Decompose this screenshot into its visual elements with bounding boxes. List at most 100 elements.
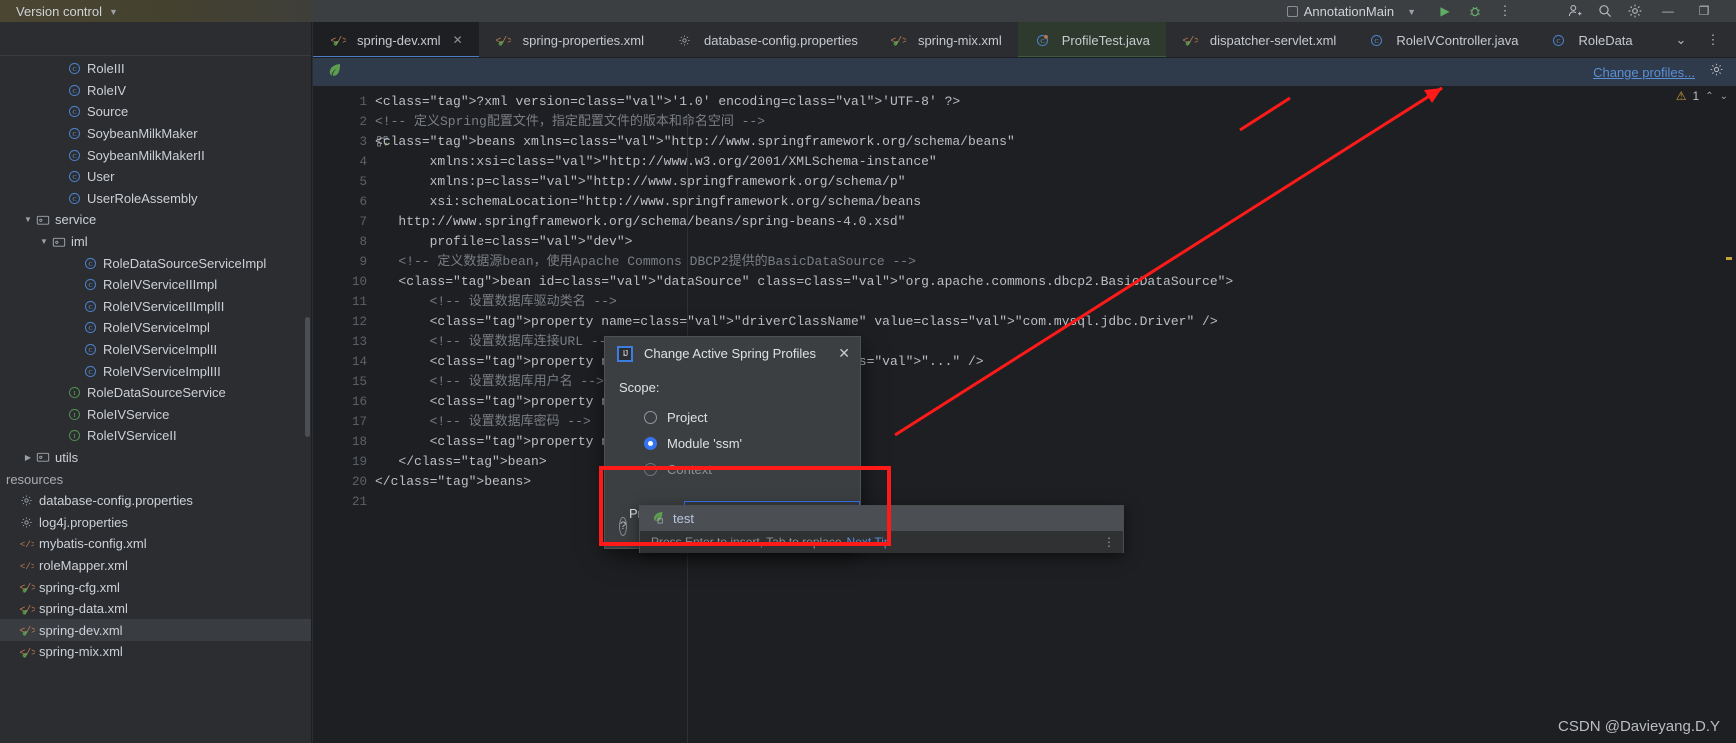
editor-tab-label: spring-dev.xml [357,32,441,48]
chevron-down-icon[interactable]: ⌄ [1666,22,1696,57]
tree-item-spring-dev-xml[interactable]: </> spring-dev.xml [0,619,311,642]
editor-tab-roledata[interactable]: C RoleData [1534,22,1648,57]
maximize-icon[interactable]: ❐ [1686,0,1722,22]
line-number: 4 [359,155,367,169]
line-number: 8 [359,235,367,249]
tree-item-roledatasourceservice[interactable]: I RoleDataSourceService [0,382,311,404]
tree-item-label: database-config.properties [39,493,193,509]
editor-tab-dispatcher-servlet-xml[interactable]: </> dispatcher-servlet.xml [1166,22,1352,57]
chevron-right-icon[interactable]: ▶ [22,453,34,462]
spring-xml-icon: </> [890,33,907,47]
next-tip-link[interactable]: Next Tip [847,535,891,549]
tree-item-label: spring-data.xml [39,601,128,617]
code-editor[interactable]: 1 2 3 4 5 6 7 8 9 10 11 12 13 14 15 16 17 18 19 20 21 <class… [313,87,1736,743]
tree-item-userroleassembly[interactable]: C UserRoleAssembly [0,188,311,210]
settings-gear-icon[interactable] [1709,62,1724,82]
svg-text:C: C [88,305,92,311]
close-icon[interactable]: ✕ [838,345,850,362]
inspection-widget[interactable]: ⚠ 1 ⌃ ⌄ [1676,89,1728,103]
tree-item-roleivserviceii[interactable]: I RoleIVServiceII [0,425,311,447]
tree-item-log4j-properties[interactable]: log4j.properties [0,511,311,533]
autocomplete-item-test[interactable]: test [640,506,1123,531]
editor-area: </> spring-dev.xml ✕ </> spring-properties.x… [313,22,1736,743]
tree-item-spring-cfg-xml[interactable]: </> spring-cfg.xml [0,576,311,598]
tree-item-roleivserviceiiimpl[interactable]: C RoleIVServiceIIImpl [0,274,311,296]
scope-radio-project[interactable]: Project [619,404,860,430]
settings-gear-icon[interactable] [1620,0,1650,22]
tree-item-soybeanmilkmaker[interactable]: C SoybeanMilkMaker [0,123,311,145]
autocomplete-popup[interactable]: test Press Enter to insert, Tab to repla… [639,505,1124,553]
tree-item-spring-mix-xml[interactable]: </> spring-mix.xml [0,641,311,663]
radio-button[interactable] [644,462,657,476]
help-icon[interactable]: ? [619,516,628,536]
svg-text:</>: </> [330,36,346,47]
editor-tab-roleivcontroller-java[interactable]: C RoleIVController.java [1352,22,1534,57]
tree-item-roleivserviceimplii[interactable]: C RoleIVServiceImplII [0,339,311,361]
tree-item-label: RoleIVService [87,406,170,422]
svg-text:C: C [88,262,92,268]
change-profiles-link[interactable]: Change profiles... [1593,65,1695,80]
tree-item-source[interactable]: C Source [0,101,311,123]
editor-tab-database-config-properties[interactable]: database-config.properties [660,22,874,57]
scope-radio-module[interactable]: Module 'ssm' [619,430,860,456]
add-user-icon[interactable] [1560,0,1590,22]
line-number-gutter: 1 2 3 4 5 6 7 8 9 10 11 12 13 14 15 16 17 18 19 20 21 [313,87,388,743]
minimize-icon[interactable]: — [1650,0,1686,22]
project-tree[interactable]: C RoleIII C RoleIV C Source C SoybeanMilkMaker C… [0,56,311,663]
run-configuration-selector[interactable]: AnnotationMain ▼ [1286,4,1416,19]
line-number: 1 [359,95,367,109]
class-icon: C [66,149,83,162]
code-line: http://www.springframework.org/schema/be… [375,214,906,229]
tree-item-database-config-properties[interactable]: database-config.properties [0,490,311,512]
editor-tab-spring-properties-xml[interactable]: </> spring-properties.xml [479,22,660,57]
more-options-icon[interactable]: ⋮ [1490,0,1520,22]
chevron-down-icon[interactable]: ▼ [22,215,34,224]
scope-radio-context[interactable]: Context [619,456,860,482]
tree-item-roleivserviceimpliii[interactable]: C RoleIVServiceImplIII [0,360,311,382]
radio-button-selected[interactable] [644,436,657,450]
tree-item-rolemapper-xml[interactable]: </> roleMapper.xml [0,555,311,577]
tree-item-resources[interactable]: resources [0,468,311,490]
editor-tab-label: spring-properties.xml [522,32,644,48]
search-icon[interactable] [1590,0,1620,22]
code-content[interactable]: <class="tag">?xml version=class="val">'1… [375,87,1736,743]
sidebar-scrollbar[interactable] [305,317,310,437]
radio-label: Project [667,409,708,425]
properties-icon [18,516,35,529]
tree-item-roleivserviceimpl[interactable]: C RoleIVServiceImpl [0,317,311,339]
tree-item-roleiii[interactable]: C RoleIII [0,58,311,80]
tree-item-iml[interactable]: ▼ iml [0,231,311,253]
tree-item-roledatasourceserviceimpl[interactable]: C RoleDataSourceServiceImpl [0,252,311,274]
chevron-down-icon[interactable]: ⌄ [1720,91,1728,102]
tree-item-label: iml [71,234,88,250]
editor-tab-strip[interactable]: </> spring-dev.xml ✕ </> spring-properties.x… [313,22,1736,58]
code-line: <class="tag">property name=class="val">"… [375,314,1218,329]
tree-item-roleiv[interactable]: C RoleIV [0,80,311,102]
close-icon[interactable]: ✕ [453,33,463,47]
tree-item-mybatis-config-xml[interactable]: </> mybatis-config.xml [0,533,311,555]
tree-item-roleivservice[interactable]: I RoleIVService [0,404,311,426]
tree-item-service[interactable]: ▼ service [0,209,311,231]
editor-marker-rail[interactable] [1722,87,1736,743]
chevron-up-icon[interactable]: ⌃ [1705,91,1713,102]
tree-item-utils[interactable]: ▶ utils [0,447,311,469]
tree-item-soybeanmilkmakerii[interactable]: C SoybeanMilkMakerII [0,144,311,166]
chevron-down-icon[interactable]: ▼ [38,237,50,246]
editor-tab-spring-mix-xml[interactable]: </> spring-mix.xml [874,22,1018,57]
editor-tab-profiletest-java[interactable]: C ProfileTest.java [1017,22,1167,57]
spring-leaf-icon [327,62,343,83]
autocomplete-item-label: test [673,511,694,526]
debug-icon[interactable] [1460,0,1490,22]
warning-marker[interactable] [1726,257,1732,260]
version-control-widget[interactable]: Version control ▼ [0,0,312,22]
run-icon[interactable]: ▶ [1430,0,1460,22]
tree-item-user[interactable]: C User [0,166,311,188]
watermark: CSDN @Davieyang.D.Y [1558,718,1720,735]
radio-button[interactable] [644,410,657,424]
editor-tab-spring-dev-xml[interactable]: </> spring-dev.xml ✕ [313,22,479,57]
tree-item-roleivserviceiiimplii[interactable]: C RoleIVServiceIIImplII [0,296,311,318]
tree-item-spring-data-xml[interactable]: </> spring-data.xml [0,598,311,620]
more-options-icon[interactable]: ⋮ [1103,535,1123,549]
more-options-icon[interactable]: ⋮ [1698,22,1728,57]
class-icon: C [82,343,99,356]
